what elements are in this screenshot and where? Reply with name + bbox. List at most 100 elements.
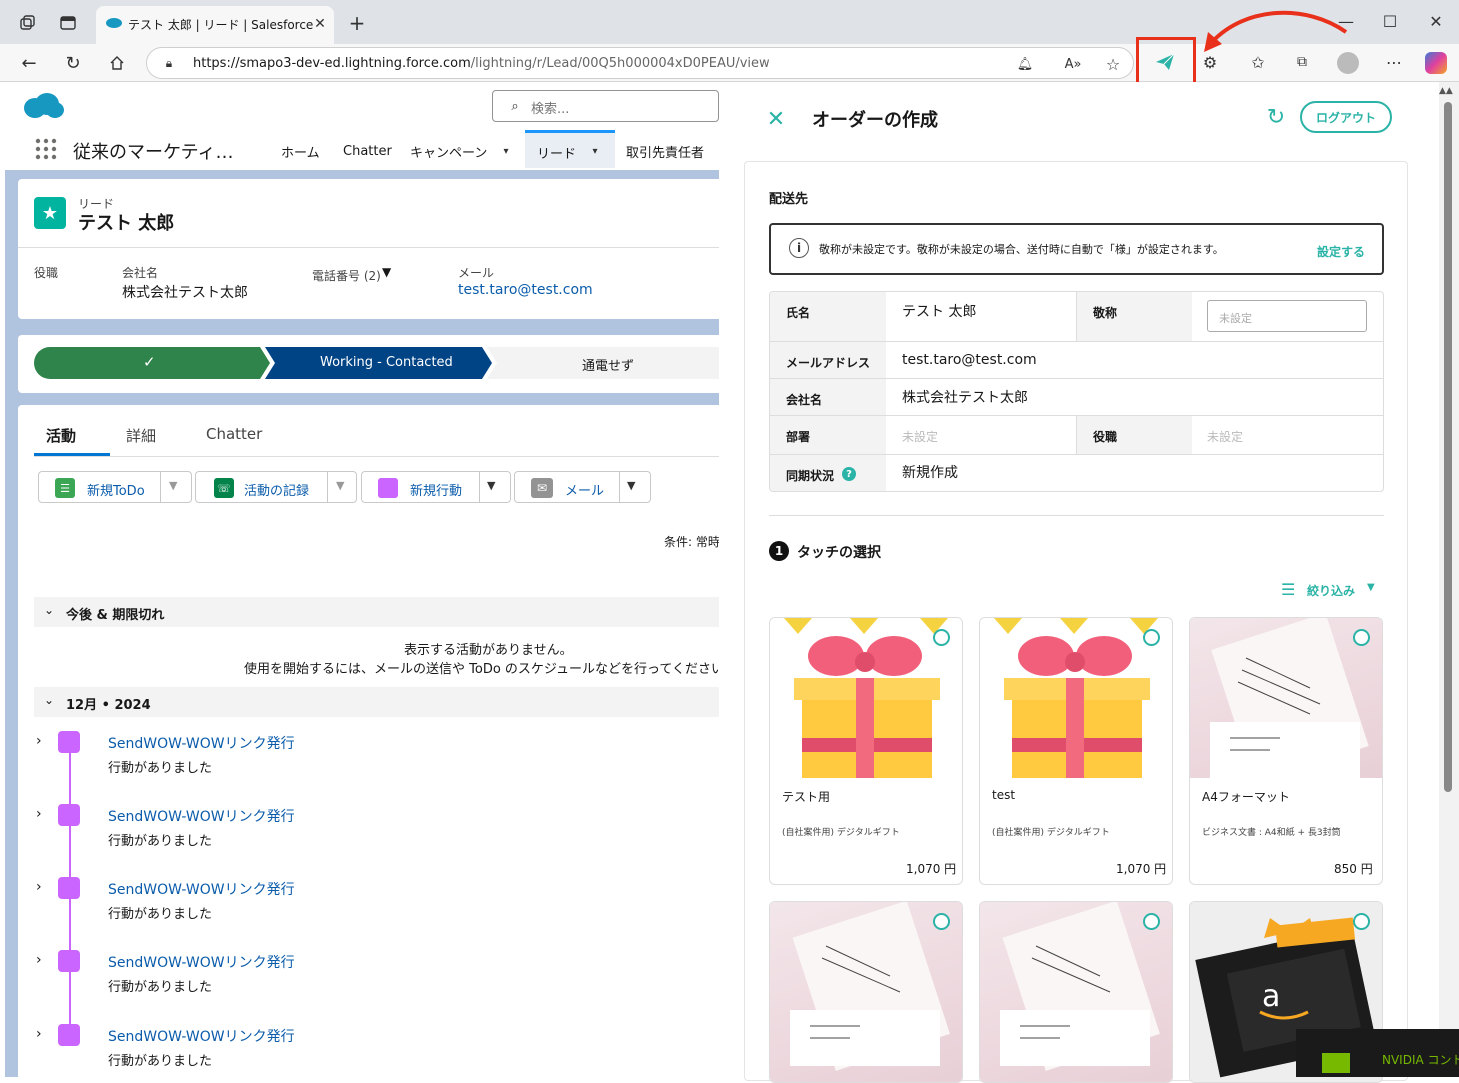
global-search-input[interactable]: ⌕ 検索... [492, 90, 719, 122]
nav-lead-chevron-icon[interactable]: ▾ [587, 143, 603, 159]
nav-home[interactable]: ホーム [281, 134, 320, 168]
timeline-title[interactable]: SendWOW-WOWリンク発行 [108, 733, 295, 753]
workspaces-icon[interactable] [16, 12, 38, 34]
chevron-right-icon[interactable]: › [36, 952, 42, 968]
product-card-test[interactable]: テスト用 (自社案件用) デジタルギフト 1,070 円 [769, 617, 963, 885]
field-email-link[interactable]: test.taro@test.com [458, 282, 593, 298]
select-radio[interactable] [1353, 913, 1370, 930]
tab-details[interactable]: 詳細 [126, 425, 156, 446]
scroll-up-icon[interactable]: ▲▲ [1439, 86, 1453, 96]
path-step-completed[interactable]: ✓ [143, 353, 156, 371]
logout-button[interactable]: ログアウト [1300, 101, 1392, 133]
empty-message-2: 使用を開始するには、メールの送信や ToDo のスケジュールなどを行ってください [244, 662, 719, 677]
select-radio[interactable] [933, 629, 950, 646]
new-todo-button[interactable]: ☰ 新規ToDo ▼ [38, 471, 192, 503]
timeline-item[interactable]: › SendWOW-WOWリンク発行 行動がありました [36, 1020, 708, 1077]
app-name: 従来のマーケティ… [73, 142, 234, 163]
close-tab-icon[interactable]: ✕ [310, 14, 330, 34]
refresh-icon[interactable]: ↻ [1263, 104, 1289, 130]
nav-campaign-chevron-icon[interactable]: ▾ [499, 142, 513, 160]
new-todo-dropdown-icon[interactable]: ▼ [169, 479, 177, 492]
timeline-sub: 行動がありました [108, 907, 213, 922]
more-menu-icon[interactable]: ⋯ [1382, 50, 1406, 74]
product-card-letter-1[interactable] [769, 901, 963, 1083]
honorific-input[interactable]: 未設定 [1207, 300, 1367, 332]
app-launcher-icon[interactable] [35, 138, 57, 160]
select-radio[interactable] [933, 913, 950, 930]
chevron-down-icon: ⌄ [44, 693, 55, 707]
field-phone-label[interactable]: 電話番号 (2) [312, 267, 381, 284]
read-aloud-icon[interactable]: A» [1061, 54, 1085, 74]
email-button[interactable]: ✉ メール ▼ [514, 471, 651, 503]
timeline-title[interactable]: SendWOW-WOWリンク発行 [108, 806, 295, 826]
timeline-title[interactable]: SendWOW-WOWリンク発行 [108, 879, 295, 899]
help-icon[interactable]: ? [842, 467, 857, 481]
nav-contacts[interactable]: 取引先責任者 [626, 134, 704, 168]
new-event-dropdown-icon[interactable]: ▼ [487, 479, 495, 492]
nav-chatter[interactable]: Chatter [343, 134, 392, 168]
url-field[interactable]: 🔒︎ https://smapo3-dev-ed.lightning.force… [146, 47, 1134, 79]
log-activity-label: 活動の記録 [244, 484, 310, 499]
maximize-icon[interactable]: ☐ [1378, 10, 1402, 32]
event-icon [58, 877, 80, 899]
new-tab-icon[interactable]: + [346, 11, 368, 35]
path-step-current[interactable]: Working - Contacted [320, 355, 453, 370]
tab-actions-icon[interactable] [57, 12, 79, 34]
new-event-label: 新規行動 [410, 484, 463, 499]
timeline-item[interactable]: › SendWOW-WOWリンク発行 行動がありました [36, 727, 708, 787]
product-card-a4[interactable]: A4フォーマット ビジネス文書 : A4和紙 + 長3封筒 850 円 [1189, 617, 1383, 885]
divider [34, 456, 719, 457]
filter-text[interactable]: 条件: 常時 [664, 533, 719, 550]
back-icon[interactable]: ← [18, 52, 40, 74]
select-radio[interactable] [1143, 629, 1160, 646]
page-scrollbar[interactable]: ▲▲ [1439, 82, 1459, 1077]
home-icon[interactable] [106, 52, 128, 74]
log-activity-button[interactable]: ☏ 活動の記録 ▼ [195, 471, 357, 503]
refresh-icon[interactable]: ↻ [62, 52, 84, 74]
product-card-letter-2[interactable] [979, 901, 1173, 1083]
section-upcoming[interactable]: ⌄ 今後 & 期限切れ [34, 597, 719, 627]
copilot-icon[interactable] [1425, 52, 1447, 74]
timeline-title[interactable]: SendWOW-WOWリンク発行 [108, 1026, 295, 1046]
chevron-right-icon[interactable]: › [36, 733, 42, 749]
chevron-right-icon[interactable]: › [36, 806, 42, 822]
notice-set-link[interactable]: 設定する [1317, 243, 1365, 260]
notice-text: 敬称が未設定です。敬称が未設定の場合、送付時に自動で「様」が設定されます。 [819, 243, 1224, 256]
empty-message-1: 表示する活動がありません。 [404, 643, 573, 658]
phone-dropdown-icon[interactable]: ▼ [382, 265, 391, 279]
close-window-icon[interactable]: ✕ [1424, 10, 1448, 32]
timeline-title[interactable]: SendWOW-WOWリンク発行 [108, 952, 295, 972]
tab-chatter[interactable]: Chatter [206, 425, 262, 443]
filter-button[interactable]: ☰ 絞り込み ▼ [1281, 580, 1381, 602]
section-month[interactable]: ⌄ 12月 • 2024 [34, 687, 719, 717]
browser-tab-active[interactable]: テスト 太郎 | リード | Salesforce ✕ [96, 6, 334, 44]
nvidia-toast[interactable]: NVIDIA コント [1296, 1029, 1459, 1077]
path-step-next[interactable]: 通電せず [582, 355, 634, 374]
favorite-star-icon[interactable]: ☆ [1103, 54, 1123, 74]
new-event-button[interactable]: 新規行動 ▼ [361, 471, 511, 503]
select-radio[interactable] [1143, 913, 1160, 930]
email-dropdown-icon[interactable]: ▼ [627, 479, 635, 492]
close-icon[interactable]: ✕ [763, 106, 789, 132]
sync-value: 新規作成 [902, 465, 958, 481]
nav-campaign[interactable]: キャンペーン [410, 134, 487, 168]
select-radio[interactable] [1353, 629, 1370, 646]
timeline-item[interactable]: › SendWOW-WOWリンク発行 行動がありました [36, 873, 708, 933]
nav-lead-active[interactable]: リード ▾ [525, 130, 615, 168]
scrollbar-thumb[interactable] [1444, 102, 1452, 792]
product-card-test2[interactable]: test (自社案件用) デジタルギフト 1,070 円 [979, 617, 1173, 885]
event-icon [58, 1024, 80, 1046]
chevron-right-icon[interactable]: › [36, 1026, 42, 1042]
timeline-item[interactable]: › SendWOW-WOWリンク発行 行動がありました [36, 946, 708, 1006]
notification-icon[interactable]: 🔔︎ [1015, 54, 1035, 74]
timeline-item[interactable]: › SendWOW-WOWリンク発行 行動がありました [36, 800, 708, 860]
sendwow-extension-icon[interactable] [1152, 50, 1178, 74]
company-value: 株式会社テスト太郎 [902, 390, 1028, 406]
tab-activity[interactable]: 活動 [46, 425, 76, 446]
log-activity-dropdown-icon[interactable]: ▼ [336, 479, 344, 492]
chevron-right-icon[interactable]: › [36, 879, 42, 895]
product-name: テスト用 [782, 790, 831, 804]
divider [18, 247, 719, 248]
nvidia-logo-icon [1322, 1053, 1350, 1073]
new-todo-label: 新規ToDo [87, 484, 145, 499]
